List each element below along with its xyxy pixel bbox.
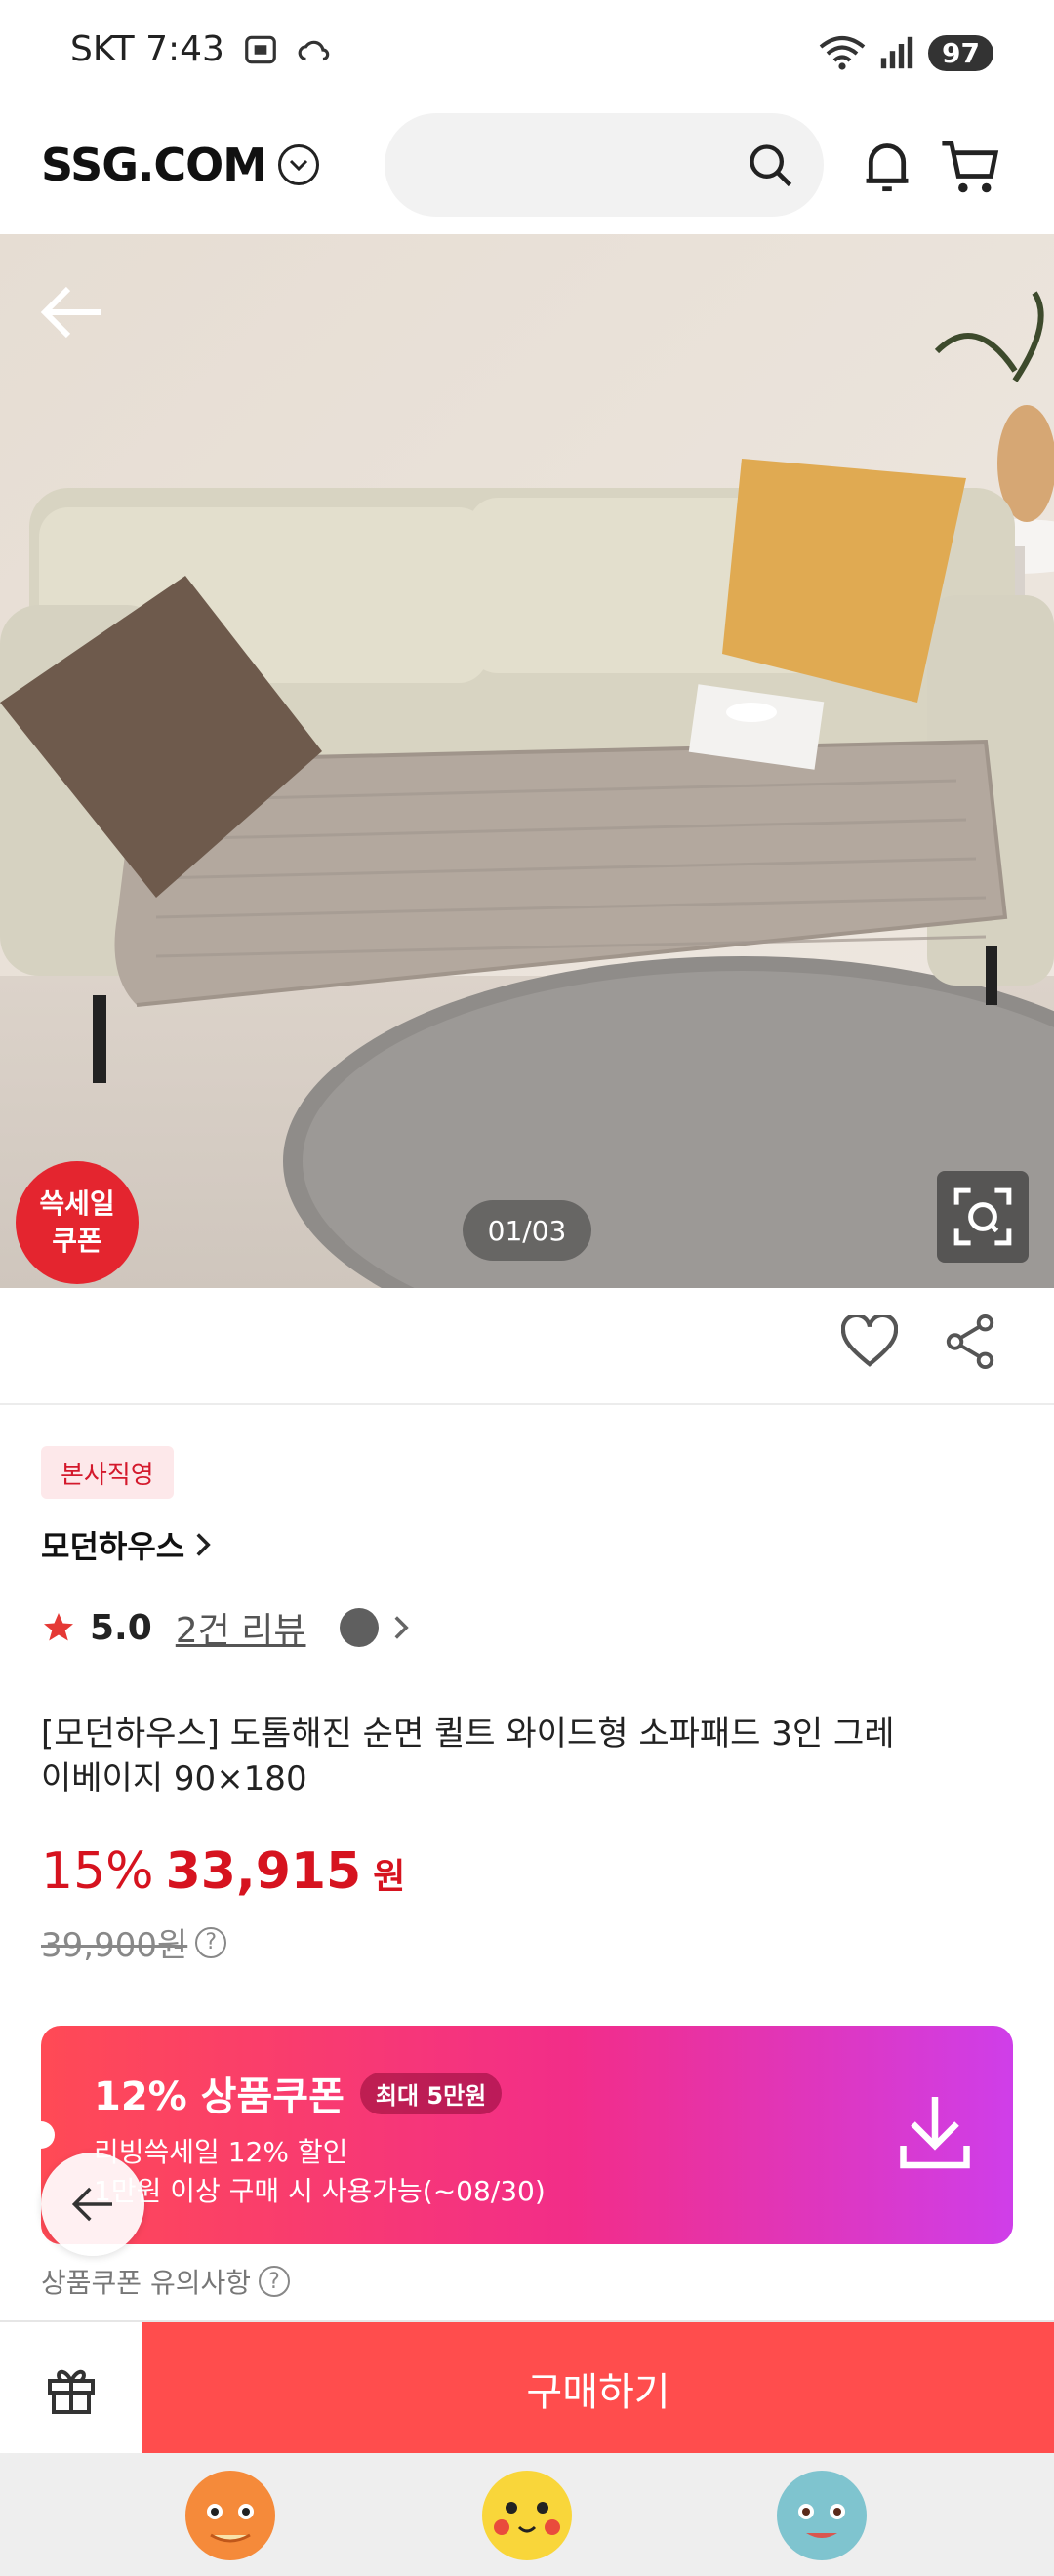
sale-coupon-badge[interactable]: 쓱세일 쿠폰 bbox=[16, 1161, 139, 1284]
coupon-title-row: 12% 상품쿠폰 최대 5만원 bbox=[94, 2065, 503, 2121]
help-icon[interactable]: ? bbox=[195, 1926, 227, 1958]
carrier-time: SKT 7:43 bbox=[70, 29, 224, 69]
site-logo[interactable]: SSG.COM bbox=[41, 139, 320, 191]
chevron-down-icon[interactable] bbox=[278, 144, 320, 185]
cloud-icon bbox=[298, 40, 330, 60]
buy-button[interactable]: 구매하기 bbox=[142, 2322, 1054, 2455]
purchase-bar: 구매하기 bbox=[0, 2320, 1054, 2455]
search-input[interactable] bbox=[414, 133, 726, 197]
chevron-right-icon[interactable] bbox=[392, 1614, 410, 1641]
product-title: [모던하우스] 도톰해진 순면 퀼트 와이드형 소파패드 3인 그레이베이지 9… bbox=[41, 1714, 895, 1798]
coupon-max-chip: 최대 5만원 bbox=[359, 2072, 503, 2114]
rating-score: 5.0 bbox=[90, 1607, 152, 1648]
search-icon[interactable] bbox=[746, 141, 796, 191]
star-icon bbox=[44, 1613, 73, 1641]
screenshot-icon bbox=[245, 35, 276, 63]
rating-row: 5.0 2건 리뷰 bbox=[41, 1602, 410, 1653]
search-bar[interactable] bbox=[385, 113, 824, 217]
product-image-carousel[interactable]: 쓱세일 쿠폰 01/03 bbox=[0, 234, 1054, 1288]
product-coupon-card[interactable]: 12% 상품쿠폰 최대 5만원 리빙쓱세일 12% 할인 1만원 이상 구매 시… bbox=[41, 2026, 1013, 2244]
sale-price: 33,915 bbox=[165, 1842, 362, 1901]
share-icon[interactable] bbox=[943, 1313, 997, 1370]
status-bar: SKT 7:43 97 bbox=[0, 0, 1054, 107]
coupon-notice-link[interactable]: 상품쿠폰 유의사항 ? bbox=[41, 2262, 290, 2301]
official-store-tag: 본사직영 bbox=[41, 1446, 174, 1499]
floating-back-button[interactable] bbox=[41, 2153, 144, 2256]
original-price: 39,900원 bbox=[41, 1926, 188, 1965]
orange-mascot-icon[interactable] bbox=[183, 2469, 277, 2562]
battery-indicator: 97 bbox=[928, 34, 993, 71]
review-count-link[interactable]: 2건 리뷰 bbox=[176, 1602, 306, 1653]
chevron-right-icon bbox=[196, 1533, 211, 1556]
lens-search-icon bbox=[953, 1187, 1012, 1246]
download-icon[interactable] bbox=[898, 2092, 972, 2170]
top-header: SSG.COM bbox=[0, 107, 1054, 234]
product-photo bbox=[0, 234, 1054, 1288]
coupon-notice-label: 상품쿠폰 유의사항 bbox=[41, 2267, 251, 2299]
image-page-indicator: 01/03 bbox=[463, 1200, 591, 1261]
reviewer-photo-thumb[interactable] bbox=[339, 1608, 379, 1647]
heart-icon[interactable] bbox=[841, 1315, 898, 1368]
sticker-tray bbox=[0, 2453, 1054, 2576]
gift-icon bbox=[48, 2369, 95, 2414]
cart-icon[interactable] bbox=[939, 137, 1001, 197]
brand-name: 모던하우스 bbox=[41, 1528, 185, 1565]
sale-badge-line2: 쿠폰 bbox=[52, 1225, 102, 1257]
price-row: 15% 33,915 원 bbox=[41, 1842, 405, 1901]
coupon-title: 12% 상품쿠폰 bbox=[94, 2074, 345, 2119]
lens-search-button[interactable] bbox=[937, 1171, 1029, 1263]
logo-text: SSG.COM bbox=[41, 139, 267, 191]
currency-unit: 원 bbox=[373, 1857, 406, 1897]
bell-icon[interactable] bbox=[859, 137, 915, 197]
wifi-icon bbox=[819, 36, 866, 70]
coupon-notch bbox=[41, 2121, 55, 2149]
signal-icon bbox=[880, 36, 913, 69]
original-price-row: 39,900원 ? bbox=[41, 1918, 227, 1966]
help-icon: ? bbox=[258, 2266, 290, 2297]
coupon-description: 리빙쓱세일 12% 할인 bbox=[94, 2136, 348, 2168]
gift-button[interactable] bbox=[0, 2322, 142, 2455]
back-arrow-icon bbox=[71, 2187, 112, 2222]
discount-rate: 15% bbox=[41, 1842, 154, 1901]
blue-mascot-icon[interactable] bbox=[775, 2469, 869, 2562]
coupon-condition: 1만원 이상 구매 시 사용가능(~08/30) bbox=[94, 2175, 546, 2207]
brand-link[interactable]: 모던하우스 bbox=[41, 1522, 212, 1567]
back-arrow-icon[interactable] bbox=[39, 283, 105, 342]
product-actions bbox=[0, 1288, 1054, 1405]
sale-badge-line1: 쓱세일 bbox=[39, 1187, 115, 1220]
yellow-mascot-icon[interactable] bbox=[480, 2469, 574, 2562]
